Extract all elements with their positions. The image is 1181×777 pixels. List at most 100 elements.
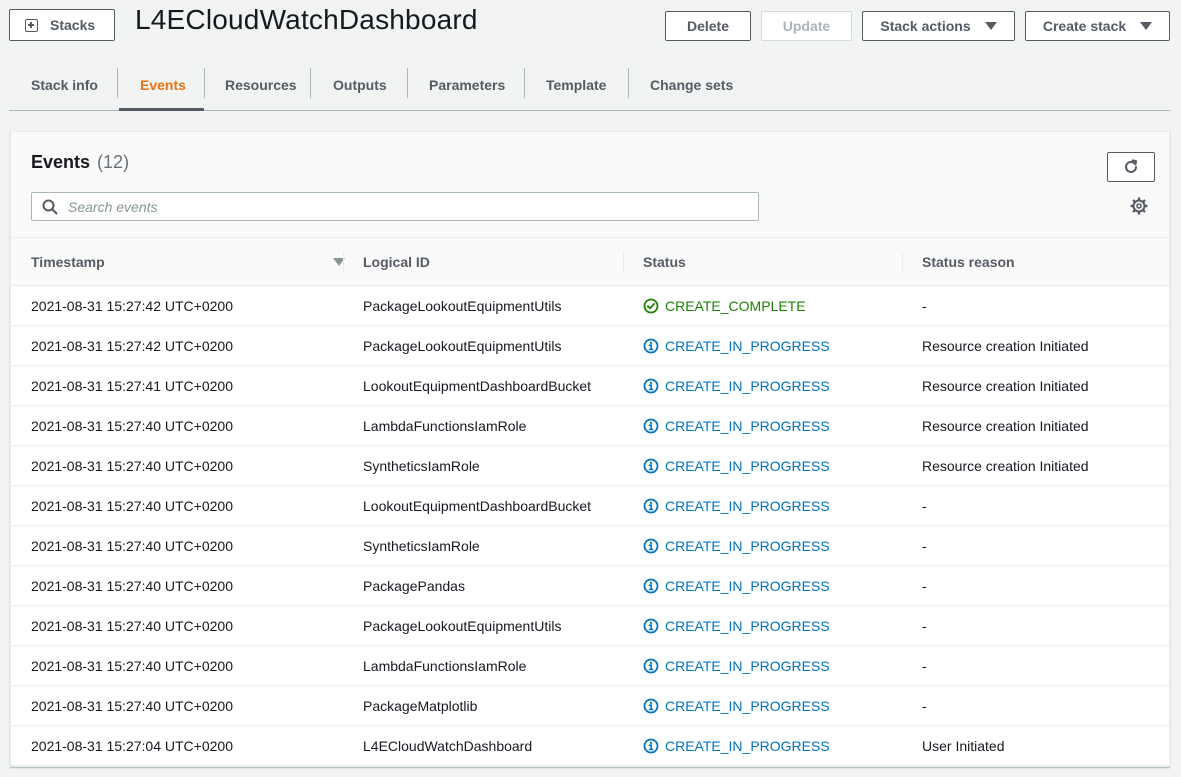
status-cell: CREATE_IN_PROGRESS <box>643 446 902 486</box>
info-circle-icon <box>643 738 659 754</box>
status-reason-cell: User Initiated <box>922 738 1005 754</box>
status-cell: CREATE_COMPLETE <box>643 286 902 326</box>
status-icon-wrapper <box>643 658 659 674</box>
table-row[interactable]: 2021-08-31 15:27:40 UTC+0200 LambdaFuncti… <box>11 646 1169 686</box>
column-header-timestamp[interactable]: Timestamp <box>31 238 345 286</box>
status-icon-wrapper <box>643 538 659 554</box>
logical-id-cell: LambdaFunctionsIamRole <box>363 658 527 674</box>
column-label: Status reason <box>922 254 1015 270</box>
tab-template[interactable]: Template <box>525 60 629 110</box>
create-stack-dropdown[interactable]: Create stack <box>1025 11 1170 41</box>
tab-outputs[interactable]: Outputs <box>311 60 408 110</box>
logical-id-cell: LookoutEquipmentDashboardBucket <box>363 378 592 394</box>
status-icon-wrapper <box>643 578 659 594</box>
events-table-header: Timestamp Logical ID Status Status reaso… <box>11 237 1169 286</box>
tab-events[interactable]: Events <box>119 60 204 111</box>
update-button[interactable]: Update <box>761 11 852 41</box>
status-reason-cell: - <box>922 578 927 594</box>
status-reason-cell: - <box>922 618 927 634</box>
tab-divider <box>204 68 205 98</box>
status-text: CREATE_IN_PROGRESS <box>665 418 830 434</box>
table-row[interactable]: 2021-08-31 15:27:04 UTC+0200 L4ECloudWatc… <box>11 726 1169 766</box>
info-circle-icon <box>643 458 659 474</box>
table-row[interactable]: 2021-08-31 15:27:40 UTC+0200 PackagePanda… <box>11 566 1169 606</box>
table-row[interactable]: 2021-08-31 15:27:40 UTC+0200 SyntheticsIa… <box>11 446 1169 486</box>
table-row[interactable]: 2021-08-31 15:27:40 UTC+0200 LookoutEquip… <box>11 486 1169 526</box>
status-icon-wrapper <box>643 698 659 714</box>
stack-actions-dropdown[interactable]: Stack actions <box>862 11 1015 41</box>
status-reason-cell: Resource creation Initiated <box>922 338 1089 354</box>
status-text: CREATE_IN_PROGRESS <box>665 578 830 594</box>
status-cell: CREATE_IN_PROGRESS <box>643 686 902 726</box>
table-row[interactable]: 2021-08-31 15:27:40 UTC+0200 PackageLooko… <box>11 606 1169 646</box>
logical-id-cell: PackageLookoutEquipmentUtils <box>363 338 562 354</box>
tab-label: Stack info <box>31 77 98 93</box>
status-cell: CREATE_IN_PROGRESS <box>643 366 902 406</box>
status-icon-wrapper <box>643 378 659 394</box>
tab-stack-info[interactable]: Stack info <box>9 60 118 110</box>
logical-id-cell: LookoutEquipmentDashboardBucket <box>363 498 592 514</box>
status-reason-cell: Resource creation Initiated <box>922 458 1089 474</box>
events-heading: Events (12) <box>31 152 129 173</box>
info-circle-icon <box>643 418 659 434</box>
status-cell: CREATE_IN_PROGRESS <box>643 326 902 366</box>
events-count: (12) <box>97 152 130 172</box>
status-text: CREATE_IN_PROGRESS <box>665 338 830 354</box>
status-text: CREATE_IN_PROGRESS <box>665 738 830 754</box>
table-row[interactable]: 2021-08-31 15:27:42 UTC+0200 PackageLooko… <box>11 286 1169 326</box>
table-row[interactable]: 2021-08-31 15:27:41 UTC+0200 LookoutEquip… <box>11 366 1169 406</box>
info-circle-icon <box>643 578 659 594</box>
status-text: CREATE_IN_PROGRESS <box>665 658 830 674</box>
stacks-breadcrumb-button[interactable]: Stacks <box>9 9 115 41</box>
column-header-status-reason[interactable]: Status reason <box>902 238 1169 286</box>
caret-down-icon <box>1140 22 1153 30</box>
table-row[interactable]: 2021-08-31 15:27:40 UTC+0200 SyntheticsIa… <box>11 526 1169 566</box>
update-button-label: Update <box>782 18 831 34</box>
status-icon-wrapper <box>643 498 659 514</box>
status-cell: CREATE_IN_PROGRESS <box>643 726 902 766</box>
tab-label: Change sets <box>650 77 734 93</box>
create-stack-label: Create stack <box>1042 18 1127 34</box>
tab-resources[interactable]: Resources <box>204 60 311 110</box>
plus-square-icon <box>25 18 38 32</box>
stack-actions-label: Stack actions <box>880 18 971 34</box>
timestamp-cell: 2021-08-31 15:27:40 UTC+0200 <box>31 578 233 594</box>
timestamp-cell: 2021-08-31 15:27:04 UTC+0200 <box>31 738 233 754</box>
info-circle-icon <box>643 378 659 394</box>
status-reason-cell: - <box>922 498 927 514</box>
delete-button[interactable]: Delete <box>665 11 751 41</box>
info-circle-icon <box>643 498 659 514</box>
status-reason-cell: Resource creation Initiated <box>922 378 1089 394</box>
column-divider <box>623 251 624 273</box>
column-header-status[interactable]: Status <box>623 238 902 286</box>
search-icon <box>42 199 58 214</box>
tab-parameters[interactable]: Parameters <box>408 60 525 110</box>
status-icon-wrapper <box>643 338 659 354</box>
status-text: CREATE_IN_PROGRESS <box>665 538 830 554</box>
status-text: CREATE_IN_PROGRESS <box>665 378 830 394</box>
status-text: CREATE_IN_PROGRESS <box>665 458 830 474</box>
search-events-field[interactable] <box>31 192 759 221</box>
status-text: CREATE_IN_PROGRESS <box>665 498 830 514</box>
table-row[interactable]: 2021-08-31 15:27:40 UTC+0200 PackageMatpl… <box>11 686 1169 726</box>
logical-id-cell: PackageLookoutEquipmentUtils <box>363 298 562 314</box>
timestamp-cell: 2021-08-31 15:27:40 UTC+0200 <box>31 698 233 714</box>
check-circle-icon <box>643 298 659 314</box>
page-header: Stacks L4ECloudWatchDashboard Delete Upd… <box>0 0 1181 60</box>
tab-change-sets[interactable]: Change sets <box>629 60 749 110</box>
refresh-button[interactable] <box>1107 152 1155 182</box>
status-reason-cell: - <box>922 298 927 314</box>
column-header-logical-id[interactable]: Logical ID <box>343 238 623 286</box>
table-row[interactable]: 2021-08-31 15:27:40 UTC+0200 LambdaFuncti… <box>11 406 1169 446</box>
logical-id-cell: SyntheticsIamRole <box>363 458 480 474</box>
status-reason-cell: - <box>922 658 927 674</box>
info-circle-icon <box>643 338 659 354</box>
logical-id-cell: L4ECloudWatchDashboard <box>363 738 533 754</box>
search-events-input[interactable] <box>68 198 718 215</box>
stacks-label: Stacks <box>50 17 96 33</box>
gear-icon[interactable] <box>1130 197 1148 215</box>
info-circle-icon <box>643 658 659 674</box>
status-cell: CREATE_IN_PROGRESS <box>643 406 902 446</box>
status-reason-cell: - <box>922 698 927 714</box>
table-row[interactable]: 2021-08-31 15:27:42 UTC+0200 PackageLooko… <box>11 326 1169 366</box>
